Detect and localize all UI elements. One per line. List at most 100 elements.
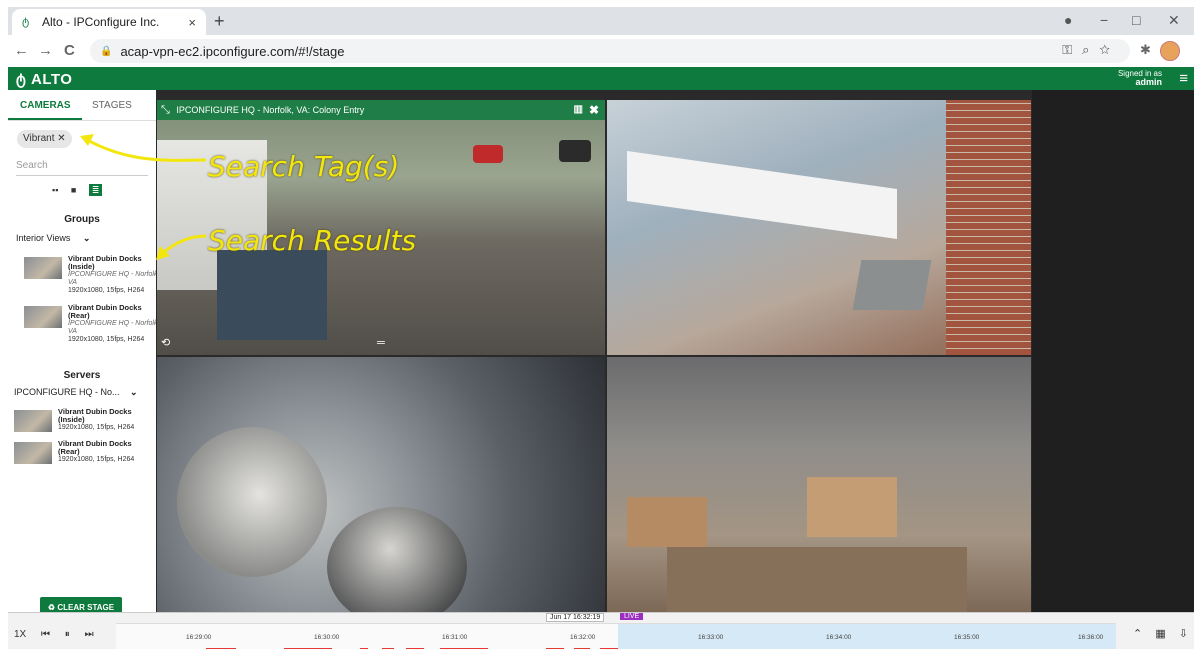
camera-location: IPCONFIGURE HQ - Norfolk, VA [68,271,160,286]
restore-button[interactable]: □ [1132,12,1140,28]
forward-button[interactable]: → [38,42,53,59]
camera-thumbnail [14,442,52,464]
brick-wall [946,100,1031,355]
dome-object [177,427,327,577]
live-zone [618,624,1116,649]
minimize-button[interactable]: − [1100,12,1108,28]
timeline-track[interactable]: 16:29:00 16:30:00 16:31:00 16:32:00 16:3… [116,623,1116,649]
skip-forward-icon[interactable]: ⏭ [85,629,94,640]
close-window-button[interactable]: ✕ [1168,12,1180,29]
timeline-tick: 16:33:00 [698,634,724,641]
refresh-icon[interactable]: ⟲ [161,336,170,349]
new-tab-button[interactable]: + [214,11,225,32]
camera-thumbnail [24,306,62,328]
signed-in-indicator: Signed in as admin [1118,69,1162,87]
record-icon[interactable]: ● [1064,12,1072,28]
sidebar-tabs: CAMERAS STAGES [8,90,156,121]
url-field[interactable]: 🔒 acap-vpn-ec2.ipconfigure.com/#!/stage … [90,39,1130,63]
reload-button[interactable]: C [64,42,75,59]
extensions-icon[interactable]: ✱ [1140,42,1151,58]
pause-icon[interactable]: ⏸ [65,629,70,640]
empty-stage-area [1032,90,1194,612]
profile-avatar[interactable] [1160,41,1180,61]
camera-header-bar: ⤡ IPCONFIGURE HQ - Norfolk, VA: Colony E… [157,100,605,120]
browser-tab[interactable]: ტ Alto - IPConfigure Inc. × [12,9,206,35]
expand-icon[interactable]: ⤡ [161,104,170,116]
recycle-icon: ♻ [47,603,58,612]
tab-close-icon[interactable]: × [188,15,196,30]
feed-menu-icon[interactable]: ═ [377,337,385,349]
camera-name: Vibrant Dubin Docks (Inside) [68,254,142,271]
browser-window: ტ Alto - IPConfigure Inc. × + ● − □ ✕ ← … [8,7,1194,649]
alto-logo[interactable]: ტ ALTO [16,70,72,88]
timeline-right-controls: ⌃ ▦ ⇩ [1123,627,1188,640]
download-icon[interactable]: ⇩ [1179,628,1188,640]
camera-thumbnail [24,257,62,279]
tag-label: Vibrant [23,133,55,144]
camera-title: IPCONFIGURE HQ - Norfolk, VA: Colony Ent… [176,105,365,115]
skip-back-icon[interactable]: ⏮ [41,629,50,640]
cardboard-box [627,497,707,547]
browser-tab-bar: ტ Alto - IPConfigure Inc. × + ● − □ ✕ [8,7,1194,35]
cardboard-box [807,477,897,537]
tab-title: Alto - IPConfigure Inc. [42,15,160,29]
camera-specs: 1920x1080, 15fps, H264 [68,287,145,294]
speed-selector[interactable]: 1X [14,629,26,640]
tab-stages[interactable]: STAGES [92,100,132,111]
search-tag-chip[interactable]: Vibrant ✕ [17,130,72,148]
camera-name: Vibrant Dubin Docks (Rear) [68,303,142,320]
timeline-tick: 16:34:00 [826,634,852,641]
search-results-annotation: Search Results [208,224,417,257]
timeline-tick: 16:29:00 [186,634,212,641]
list-view-icon[interactable]: ≣ [88,184,103,196]
red-car [473,145,503,163]
timeline-tick: 16:31:00 [442,634,468,641]
playback-timeline: 1X ⏮ ⏸ ⏭ 16:29:00 16:30:00 16:31:00 16:3… [8,612,1194,649]
current-time-label: Jun 17 16:32:19 [546,613,605,622]
active-tab-underline [8,118,82,120]
camera-specs: 1920x1080, 15fps, H264 [58,424,135,431]
camera-specs: 1920x1080, 15fps, H264 [68,336,145,343]
camera-specs: 1920x1080, 15fps, H264 [58,456,135,463]
search-input[interactable]: Search [16,160,148,176]
electrical-box [217,250,327,340]
sink-in-view [852,260,932,310]
stats-icon[interactable]: ▥ [574,100,583,120]
back-button[interactable]: ← [14,42,29,59]
address-bar-row: ← → C 🔒 acap-vpn-ec2.ipconfigure.com/#!/… [8,35,1194,68]
lock-icon: 🔒 [100,45,113,57]
close-feed-icon[interactable]: ✖ [589,100,599,120]
groups-heading: Groups [64,214,100,225]
dome-object [327,507,467,612]
hamburger-menu-icon[interactable]: ≡ [1179,70,1188,87]
camera-thumbnail [14,410,52,432]
single-view-icon[interactable]: ■ [71,185,76,195]
rug-in-view [667,547,967,612]
tab-cameras[interactable]: CAMERAS [20,100,71,111]
chevron-down-icon: ⌄ [130,387,138,397]
calendar-icon[interactable]: ▦ [1155,628,1165,640]
grid-view-icon[interactable]: ▪▪ [52,185,58,195]
playback-controls: 1X ⏮ ⏸ ⏭ [14,629,106,640]
browser-toolbar-icons[interactable]: ⚿⌕☆ [1062,42,1120,58]
chevron-down-icon: ⌄ [82,233,91,243]
timeline-tick: 16:35:00 [954,634,980,641]
video-feed-kitchen[interactable] [607,100,1031,355]
counter-in-view [627,151,897,239]
groups-dropdown[interactable]: Interior Views ⌄ [16,233,90,244]
app-header: ტ ALTO Signed in as admin ≡ [8,67,1194,90]
remove-tag-icon[interactable]: ✕ [57,133,65,144]
view-mode-toggle: ▪▪ ■ ≣ [52,184,112,196]
timeline-tick: 16:32:00 [570,634,596,641]
camera-name: Vibrant Dubin Docks (Inside) [58,407,132,424]
dark-car [559,140,591,162]
video-feed-dome-closeup[interactable] [157,357,605,612]
alto-favicon-icon: ტ [22,16,30,28]
servers-dropdown[interactable]: IPCONFIGURE HQ - No... ⌄ [14,387,138,398]
timeline-tick: 16:30:00 [314,634,340,641]
logo-mark-icon: ტ [16,71,31,88]
camera-name: Vibrant Dubin Docks (Rear) [58,439,132,456]
video-feed-warehouse[interactable] [607,357,1031,612]
live-badge[interactable]: LIVE [620,613,644,620]
chevron-up-icon[interactable]: ⌃ [1133,628,1142,640]
